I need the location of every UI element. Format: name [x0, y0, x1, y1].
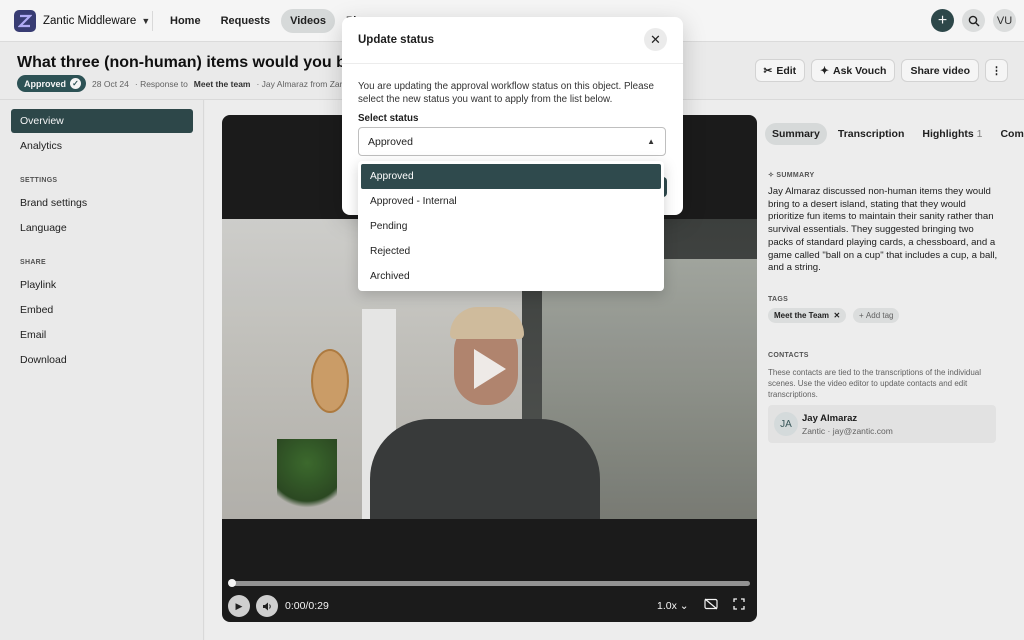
status-option-archived[interactable]: Archived — [361, 264, 661, 289]
status-dropdown: Approved Approved - Internal Pending Rej… — [358, 161, 664, 291]
status-option-approved-internal[interactable]: Approved - Internal — [361, 189, 661, 214]
dialog-description: You are updating the approval workflow s… — [358, 81, 654, 105]
status-select-value: Approved — [368, 135, 413, 148]
status-option-rejected[interactable]: Rejected — [361, 239, 661, 264]
status-select[interactable]: Approved ▲ — [358, 127, 666, 156]
close-icon: ✕ — [650, 31, 661, 47]
divider — [342, 63, 683, 64]
status-option-approved[interactable]: Approved — [361, 164, 661, 189]
select-status-label: Select status — [358, 113, 419, 124]
dialog-title: Update status — [358, 34, 435, 46]
close-button[interactable]: ✕ — [644, 28, 667, 51]
chevron-up-icon: ▲ — [647, 137, 655, 146]
status-option-pending[interactable]: Pending — [361, 214, 661, 239]
